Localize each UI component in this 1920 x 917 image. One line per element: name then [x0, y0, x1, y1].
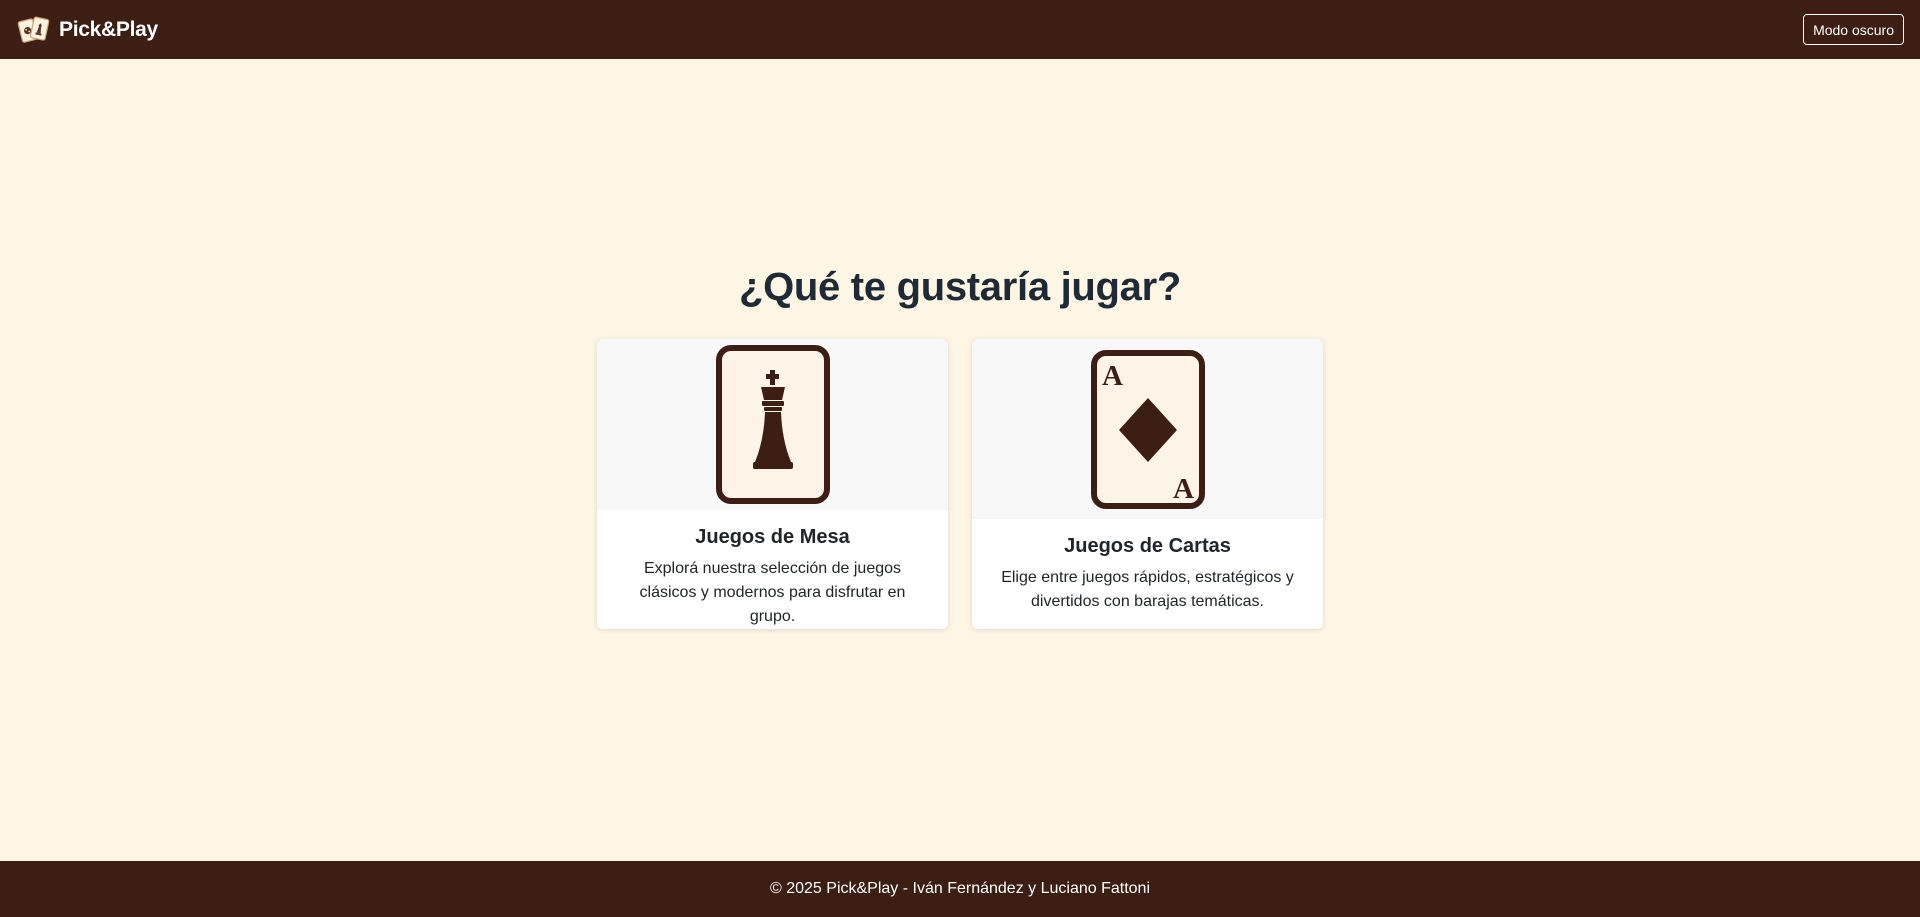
- card-body: Juegos de Mesa Explorá nuestra selección…: [597, 510, 948, 629]
- brand-name: Pick&Play: [59, 17, 158, 41]
- dark-mode-toggle-button[interactable]: Modo oscuro: [1803, 14, 1904, 45]
- card-corner-label-bottom: A: [1173, 473, 1194, 505]
- card-description: Elige entre juegos rápidos, estratégicos…: [1001, 569, 1294, 610]
- card-description: Explorá nuestra selección de juegos clás…: [639, 560, 906, 625]
- board-games-card[interactable]: Juegos de Mesa Explorá nuestra selección…: [597, 339, 948, 629]
- ace-of-diamonds-card-icon: A A: [1090, 349, 1205, 509]
- chess-king-card-icon: [715, 345, 830, 504]
- card-image: A A: [972, 339, 1323, 519]
- card-image: [597, 339, 948, 510]
- playing-cards-logo-icon: [17, 16, 50, 43]
- footer: © 2025 Pick&Play - Iván Fernández y Luci…: [0, 861, 1920, 917]
- card-games-card[interactable]: A A Juegos de Cartas Elige entre juegos …: [972, 339, 1323, 629]
- navbar: Pick&Play Modo oscuro: [0, 0, 1920, 59]
- footer-copyright: © 2025 Pick&Play - Iván Fernández y Luci…: [770, 880, 1150, 897]
- page-title: ¿Qué te gustaría jugar?: [738, 265, 1182, 309]
- card-corner-label-top: A: [1102, 360, 1123, 392]
- brand-link[interactable]: Pick&Play: [17, 13, 158, 46]
- game-category-cards: Juegos de Mesa Explorá nuestra selección…: [597, 339, 1323, 629]
- card-title: Juegos de Mesa: [695, 526, 850, 548]
- card-title: Juegos de Cartas: [1064, 535, 1231, 557]
- card-body: Juegos de Cartas Elige entre juegos rápi…: [972, 519, 1323, 614]
- main-content: ¿Qué te gustaría jugar? Juegos de Mesa E…: [0, 59, 1920, 861]
